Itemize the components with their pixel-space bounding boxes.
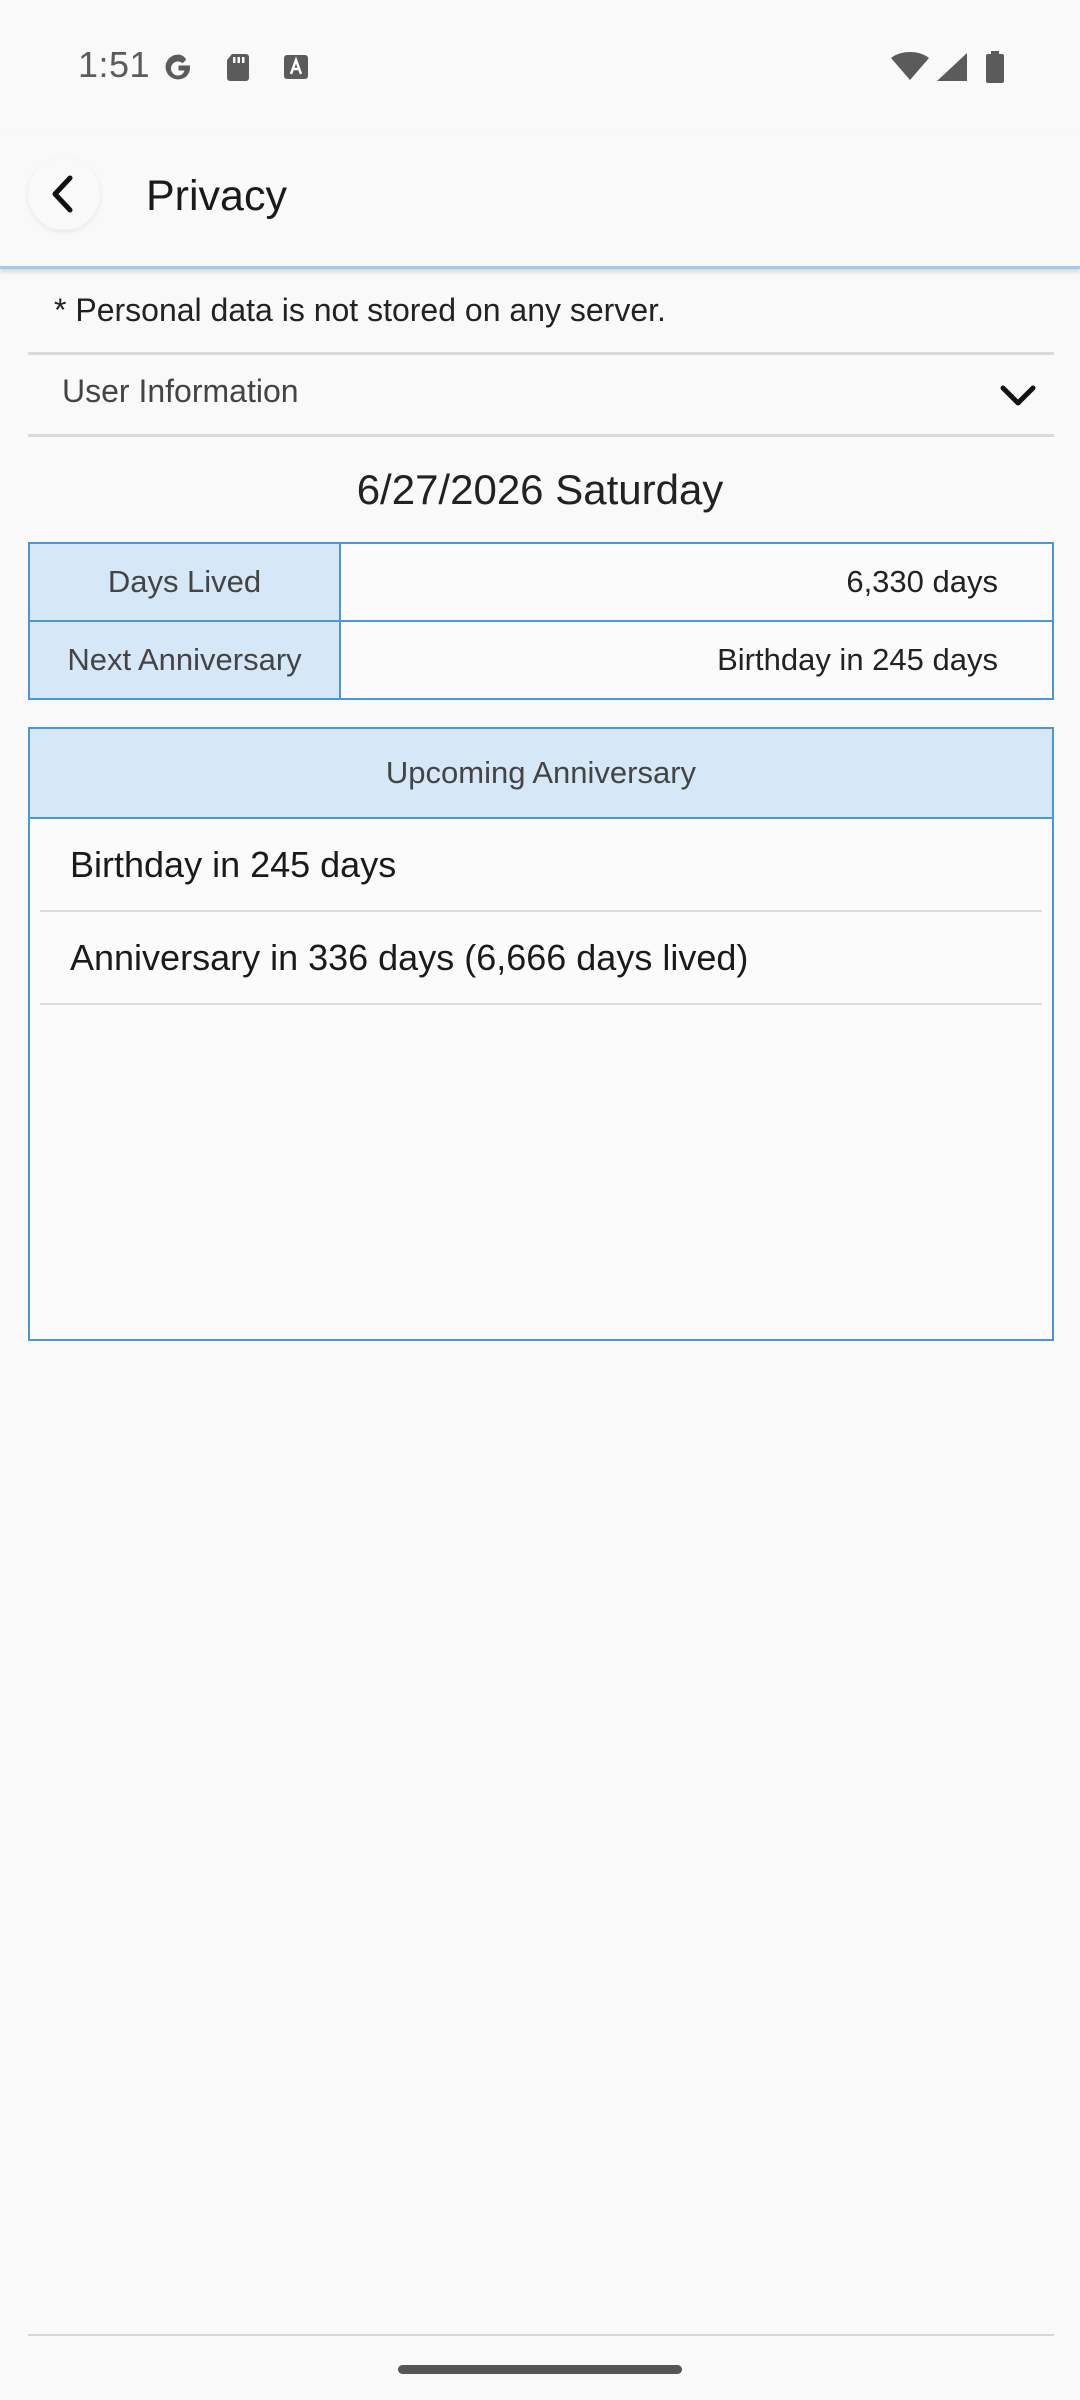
sd-card-icon [227, 54, 249, 81]
keyboard-icon [284, 55, 308, 79]
next-anniversary-value: Birthday in 245 days [341, 622, 1052, 698]
upcoming-anniversary-panel: Upcoming Anniversary Birthday in 245 day… [28, 727, 1054, 1341]
days-lived-label: Days Lived [30, 544, 341, 620]
google-icon [165, 54, 190, 80]
table-row: Next Anniversary Birthday in 245 days [30, 620, 1052, 698]
home-indicator[interactable] [398, 2365, 682, 2374]
status-bar: 1:51 [0, 0, 1080, 136]
list-item: Birthday in 245 days [40, 819, 1042, 912]
divider [28, 434, 1054, 437]
status-time: 1:51 [78, 44, 151, 85]
next-anniversary-label: Next Anniversary [30, 622, 341, 698]
back-button[interactable] [28, 158, 100, 230]
cell-signal-icon [937, 53, 967, 81]
battery-icon [986, 51, 1004, 83]
page-title: Privacy [146, 172, 287, 220]
list-item: Anniversary in 336 days (6,666 days live… [40, 912, 1042, 1005]
upcoming-anniversary-header: Upcoming Anniversary [30, 729, 1052, 819]
chevron-left-icon [52, 175, 73, 213]
bottom-divider [28, 2334, 1054, 2336]
days-lived-value: 6,330 days [341, 544, 1052, 620]
user-information-label: User Information [62, 373, 299, 409]
user-information-accordion[interactable]: User Information [28, 353, 1054, 435]
table-row: Days Lived 6,330 days [30, 544, 1052, 620]
app-bar: Privacy [0, 136, 1080, 269]
date-heading: 6/27/2026 Saturday [356, 466, 724, 513]
info-table: Days Lived 6,330 days Next Anniversary B… [28, 542, 1054, 700]
upcoming-anniversary-list: Birthday in 245 days Anniversary in 336 … [30, 819, 1052, 1005]
wifi-icon [891, 52, 929, 80]
privacy-note: * Personal data is not stored on any ser… [54, 292, 666, 328]
chevron-down-icon [1000, 385, 1036, 406]
